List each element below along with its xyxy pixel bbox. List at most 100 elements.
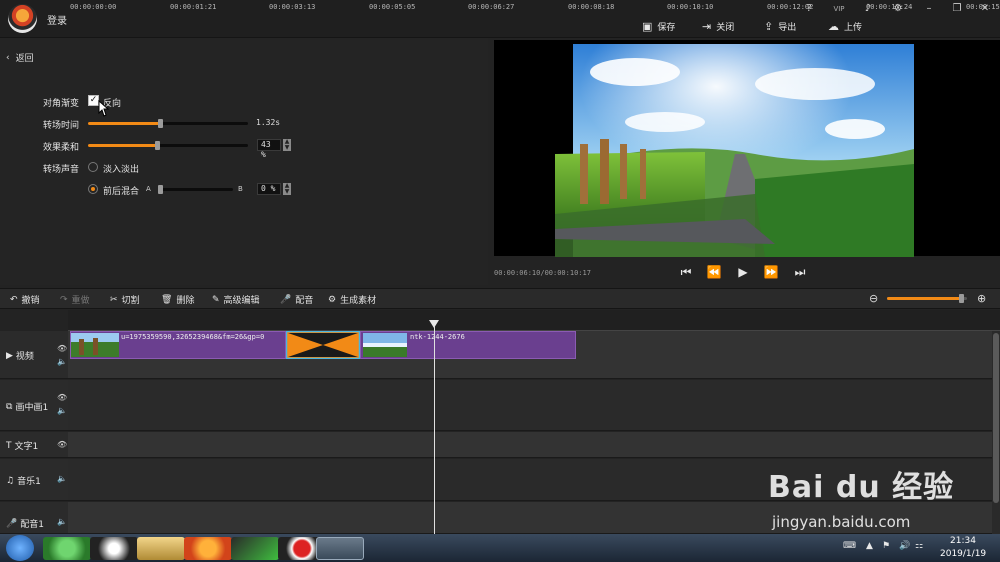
mix-thumb[interactable] [158, 185, 163, 194]
taskbar-app-firefox[interactable] [184, 537, 232, 560]
generate-button[interactable]: ⚙ 生成素材 [328, 293, 377, 307]
timeline-scrollbar[interactable] [992, 331, 1000, 534]
back-button[interactable]: ‹ 返回 [6, 51, 34, 65]
transition-time-thumb[interactable] [158, 119, 163, 128]
taskbar-app-editor[interactable] [316, 537, 364, 560]
save-icon: ▣ [642, 19, 653, 33]
transition-block[interactable] [286, 331, 360, 359]
preview-image [555, 44, 914, 257]
edit-toolbar [0, 288, 1000, 309]
clip-name: ntk-1244-2676 [410, 333, 465, 341]
tick-label: 00:00:12:02 [767, 3, 814, 11]
vip-icon[interactable]: VIP [829, 2, 849, 16]
pip-track-label: 画中画1 [15, 403, 49, 413]
scrollbar-thumb[interactable] [993, 333, 999, 503]
clip-thumbnail [71, 333, 119, 357]
dub-button[interactable]: 🎤 配音 [280, 293, 313, 307]
save-button[interactable]: ▣ 保存 [642, 18, 675, 34]
taskbar-app-player[interactable] [231, 537, 279, 560]
speaker-icon[interactable]: 🔈 [57, 357, 67, 366]
upload-label: 上传 [844, 22, 863, 33]
zoom-out-icon[interactable]: ⊖ [869, 292, 878, 305]
export-icon: ⇪ [764, 19, 774, 33]
track-row-text[interactable] [68, 432, 992, 458]
fade-radio[interactable] [88, 162, 98, 172]
taskbar-app-explorer[interactable] [137, 537, 185, 560]
eye-icon[interactable]: 👁 [57, 344, 67, 353]
cut-label: 切割 [121, 296, 140, 306]
tick-label: 00:00:01:21 [170, 3, 217, 11]
mix-option-label: 前后混合 [103, 187, 140, 197]
export-button[interactable]: ⇪ 导出 [764, 18, 796, 34]
track-row-pip[interactable] [68, 380, 992, 431]
clock-date: 2019/1/19 [940, 549, 987, 559]
eye-icon[interactable]: 👁 [57, 393, 67, 402]
undo-button[interactable]: ↶ 撤销 [10, 293, 40, 307]
advanced-label: 高级编辑 [223, 296, 260, 306]
softness-slider[interactable] [88, 141, 248, 150]
start-button[interactable] [6, 535, 34, 561]
skip-end-icon[interactable]: ⏭ [792, 264, 808, 280]
taskbar-app-360[interactable] [43, 537, 91, 560]
step-back-icon[interactable]: ⏪ [706, 264, 722, 280]
softness-spinner[interactable]: ▲ ▼ [283, 139, 291, 151]
mix-b-label: B [238, 185, 243, 193]
save-label: 保存 [657, 22, 676, 33]
undo-label: 撤销 [21, 296, 40, 306]
zoom-slider[interactable] [887, 294, 967, 303]
speaker-icon[interactable]: 🔈 [57, 474, 67, 483]
tray-arrow-icon[interactable]: ▲ [866, 541, 873, 551]
mix-spinner[interactable]: ▲ ▼ [283, 183, 291, 195]
volume-icon[interactable]: 🔊 [899, 541, 910, 551]
sound-label: 转场声音 [43, 165, 80, 175]
track-header-music: ♫ 音乐1 🔈 [0, 459, 68, 501]
transition-time-fill [88, 122, 160, 125]
zoom-thumb[interactable] [958, 294, 964, 303]
scissors-icon: ✂ [110, 294, 118, 305]
softness-input[interactable]: 43 % [257, 139, 281, 159]
taskbar-app-qq[interactable] [90, 537, 138, 560]
pip-track-icon: ⧉ [6, 401, 13, 412]
generate-label: 生成素材 [340, 296, 377, 306]
upload-button[interactable]: ☁ 上传 [828, 18, 862, 34]
timeline-ruler[interactable] [68, 310, 1000, 331]
tick-label: 00:00:05:05 [369, 3, 416, 11]
step-forward-icon[interactable]: ⏩ [763, 264, 779, 280]
mix-radio[interactable] [88, 184, 98, 194]
watermark-url: jingyan.baidu.com [772, 513, 911, 531]
playhead-line [434, 326, 435, 534]
softness-thumb[interactable] [154, 141, 160, 150]
transition-time-label: 转场时间 [43, 121, 80, 131]
play-icon[interactable]: ▶ [735, 264, 751, 280]
eye-icon[interactable]: 👁 [57, 440, 67, 449]
minimize-icon[interactable]: – [919, 2, 939, 16]
zoom-in-icon[interactable]: ⊕ [977, 292, 986, 305]
redo-button[interactable]: ↷ 重做 [60, 293, 90, 307]
maximize-icon[interactable]: ❐ [947, 2, 967, 16]
speaker-icon[interactable]: 🔈 [57, 406, 67, 415]
delete-button[interactable]: 🗑 删除 [161, 293, 194, 307]
ime-icon[interactable]: ⚏ [915, 541, 923, 551]
skip-start-icon[interactable]: ⏮ [678, 264, 694, 280]
music-track-icon: ♫ [6, 475, 15, 486]
softness-label: 效果柔和 [43, 143, 80, 153]
trash-icon: 🗑 [161, 294, 173, 305]
cut-button[interactable]: ✂ 切割 [110, 293, 140, 307]
login-link[interactable]: 登录 [47, 12, 67, 27]
track-header-text: T 文字1 👁 [0, 432, 68, 458]
network-icon[interactable]: ⚑ [882, 541, 890, 551]
speaker-icon[interactable]: 🔈 [57, 517, 67, 526]
microphone-track-icon: 🎤 [6, 518, 18, 529]
tick-label: 00:00:03:13 [269, 3, 316, 11]
mix-slider[interactable] [158, 185, 233, 194]
clip-name: u=1975359590,3265239468&fm=26&gp=0 [121, 333, 265, 341]
clock-time: 21:34 [950, 536, 976, 546]
advanced-edit-button[interactable]: ✎ 高级编辑 [212, 293, 260, 307]
tick-label: 00:00:06:27 [468, 3, 515, 11]
pencil-icon: ✎ [212, 294, 220, 305]
keyboard-icon[interactable]: ⌨ [843, 541, 856, 551]
redo-icon: ↷ [60, 294, 68, 305]
transition-time-slider[interactable] [88, 119, 248, 128]
close-button[interactable]: ⇥ 关闭 [702, 18, 734, 34]
mix-input[interactable]: 0 % [257, 183, 281, 195]
